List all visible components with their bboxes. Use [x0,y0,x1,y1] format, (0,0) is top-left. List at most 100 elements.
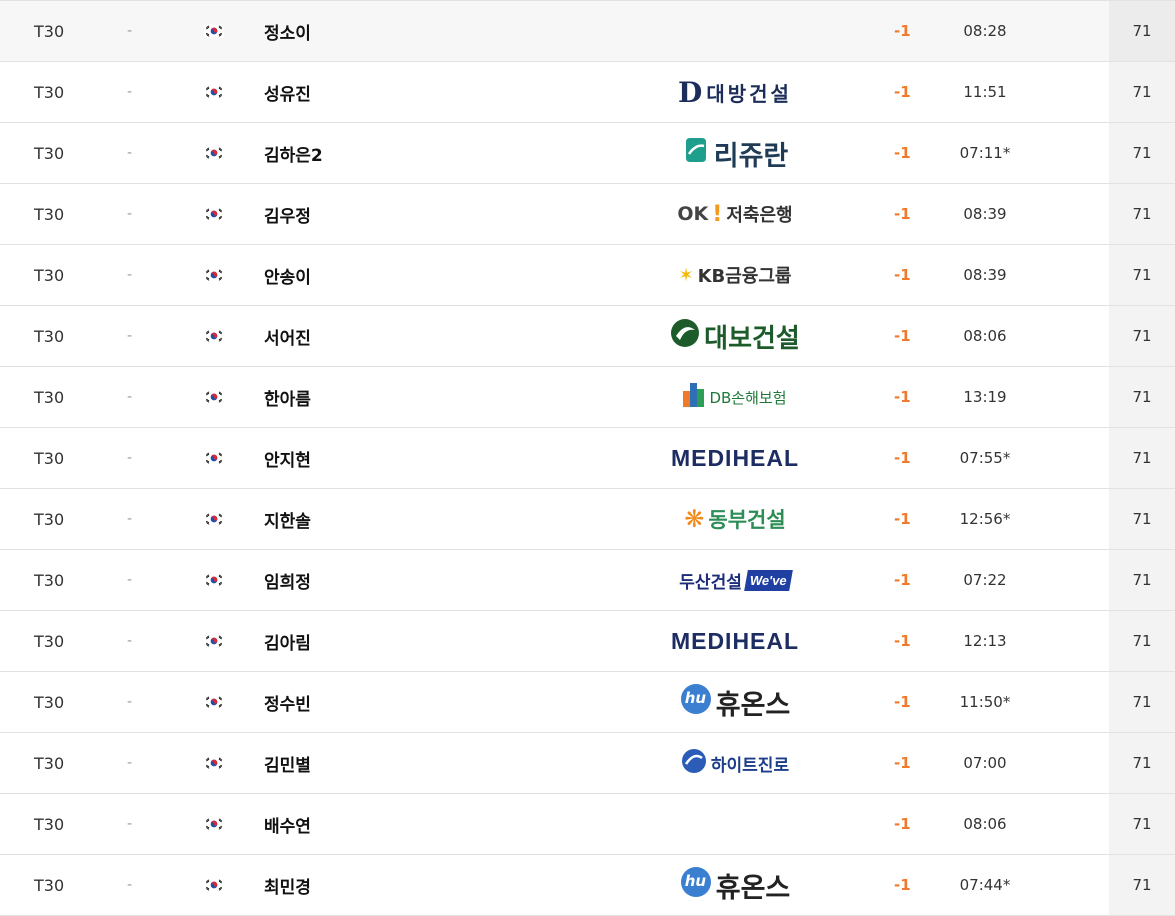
total-cell: 71 [1109,184,1175,244]
sponsor-cell: 대보건설 [660,306,810,366]
sponsor-logo-doosan: 두산건설 We've [679,568,793,593]
movement-cell: - [127,145,133,161]
player-name-link[interactable]: 정소이 [264,1,311,61]
player-name-link[interactable]: 한아름 [264,367,311,427]
table-row[interactable]: T30 - 정수빈 hu 휴온스 -1 11:50* 71 [0,672,1175,733]
sponsor-logo-dongbu: ❋ 동부건설 [684,504,785,534]
table-row[interactable]: T30 - 임희정 두산건설 We've -1 07:22 71 [0,550,1175,611]
player-name-link[interactable]: 김우정 [264,184,311,244]
total-cell: 71 [1109,855,1175,915]
player-name-link[interactable]: 안송이 [264,245,311,305]
score-cell: -1 [894,876,911,894]
score-cell: -1 [894,83,911,101]
table-row[interactable]: T30 - 최민경 hu 휴온스 -1 07:44* 71 [0,855,1175,916]
table-row[interactable]: T30 - 한아름 DB손해보험 -1 13:19 71 [0,367,1175,428]
korea-flag-icon [203,62,225,122]
movement-cell: - [127,633,133,649]
sponsor-name: MEDIHEAL [670,627,800,654]
movement-cell: - [127,328,133,344]
sponsor-name: 대보건설 [704,323,800,354]
movement-cell: - [127,206,133,222]
sponsor-name: 두산건설 [679,572,742,593]
sponsor-name: KB금융그룹 [697,266,792,287]
korea-flag-icon [203,611,225,671]
tee-time-cell: 07:22 [963,571,1007,589]
score-cell: -1 [894,388,911,406]
movement-cell: - [127,877,133,893]
rank-cell: T30 [34,814,65,834]
tee-time-cell: 12:13 [963,632,1007,650]
table-row[interactable]: T30 - 정소이 -1 08:28 71 [0,0,1175,62]
ok-exclaim-icon: ! [712,201,723,227]
player-name-link[interactable]: 김민별 [264,733,311,793]
hite-swirl-icon [681,748,707,779]
table-row[interactable]: T30 - 김민별 하이트진로 -1 07:00 71 [0,733,1175,794]
movement-cell: - [127,816,133,832]
table-row[interactable]: T30 - 안송이 ✶ KB금융그룹 -1 08:39 71 [0,245,1175,306]
table-row[interactable]: T30 - 배수연 -1 08:06 71 [0,794,1175,855]
player-name-link[interactable]: 임희정 [264,550,311,610]
korea-flag-icon [203,489,225,549]
score-cell: -1 [894,632,911,650]
table-row[interactable]: T30 - 지한솔 ❋ 동부건설 -1 12:56* 71 [0,489,1175,550]
player-name-link[interactable]: 정수빈 [264,672,311,732]
table-row[interactable]: T30 - 김하은2 리쥬란 -1 07:11* 71 [0,123,1175,184]
sponsor-cell: ❋ 동부건설 [660,489,810,549]
korea-flag-icon [203,184,225,244]
player-name-link[interactable]: 성유진 [264,62,311,122]
total-cell: 71 [1109,306,1175,366]
sponsor-logo-huons: hu 휴온스 [680,683,790,722]
table-row[interactable]: T30 - 서어진 대보건설 -1 08:06 71 [0,306,1175,367]
sponsor-logo-medi: MEDIHEAL [671,628,799,655]
player-name-link[interactable]: 김하은2 [264,123,323,183]
korea-flag-icon [203,245,225,305]
tee-time-cell: 13:19 [963,388,1007,406]
tee-time-cell: 07:00 [963,754,1007,772]
dongbu-sun-icon: ❋ [684,505,705,533]
sponsor-logo-hite: 하이트진로 [681,748,789,779]
movement-cell: - [127,450,133,466]
tee-time-cell: 08:06 [963,815,1007,833]
player-name-link[interactable]: 서어진 [264,306,311,366]
sponsor-cell: D 대방건설 [660,62,810,122]
tee-time-cell: 11:51 [963,83,1007,101]
score-cell: -1 [894,571,911,589]
korea-flag-icon [203,123,225,183]
player-name-link[interactable]: 배수연 [264,794,311,854]
player-name-link[interactable]: 김아림 [264,611,311,671]
daebo-leaf-icon [670,318,700,355]
player-name-link[interactable]: 최민경 [264,855,311,915]
tee-time-cell: 07:11* [959,144,1011,162]
rank-cell: T30 [34,143,65,163]
tee-time-cell: 08:39 [963,205,1007,223]
score-cell: -1 [894,510,911,528]
movement-cell: - [127,23,133,39]
korea-flag-icon [203,733,225,793]
player-name-link[interactable]: 안지현 [264,428,311,488]
table-row[interactable]: T30 - 안지현 MEDIHEAL -1 07:55* 71 [0,428,1175,489]
sponsor-logo-ok: OK! 저축은행 [677,201,792,227]
sponsor-name: 대방건설 [706,81,792,106]
sponsor-name: MEDIHEAL [670,444,800,471]
sponsor-logo-daebo: 대보건설 [670,318,800,355]
leaderboard-table: T30- 정소이 -1 08:28 71 T30- 성유진 D 대방건설 -1 11:51 71 T30… [0,0,1175,916]
rank-cell: T30 [34,448,65,468]
total-cell: 71 [1109,123,1175,183]
tee-time-cell: 08:06 [963,327,1007,345]
kb-star-icon: ✶ [678,264,694,286]
db-blocks-icon [683,381,705,413]
movement-cell: - [127,572,133,588]
sponsor-logo-medi: MEDIHEAL [671,445,799,472]
total-cell: 71 [1109,1,1175,61]
table-row[interactable]: T30 - 김아림 MEDIHEAL -1 12:13 71 [0,611,1175,672]
rank-cell: T30 [34,387,65,407]
tee-time-cell: 07:55* [959,449,1011,467]
score-cell: -1 [894,815,911,833]
sponsor-logo-daebang: D 대방건설 [678,76,792,109]
total-cell: 71 [1109,611,1175,671]
table-row[interactable]: T30 - 김우정 OK! 저축은행 -1 08:39 71 [0,184,1175,245]
player-name-link[interactable]: 지한솔 [264,489,311,549]
total-cell: 71 [1109,489,1175,549]
tee-time-cell: 07:44* [959,876,1011,894]
table-row[interactable]: T30 - 성유진 D 대방건설 -1 11:51 71 [0,62,1175,123]
